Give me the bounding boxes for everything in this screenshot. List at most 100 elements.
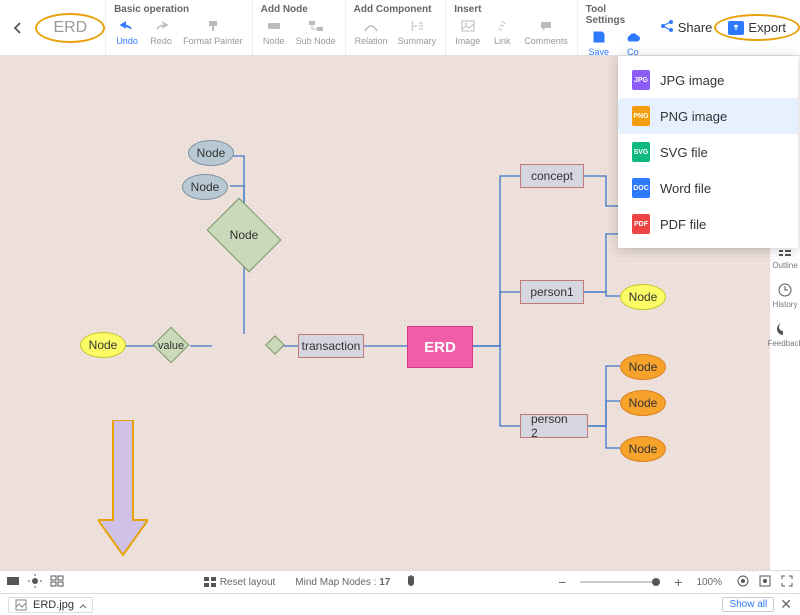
group-title: Add Component [352, 4, 440, 15]
download-file-chip[interactable]: ERD.jpg [8, 597, 93, 613]
relation-button[interactable]: Relation [352, 18, 391, 46]
node-transaction[interactable]: transaction [298, 334, 364, 358]
summary-icon [409, 18, 425, 34]
side-feedback-button[interactable]: Feedback [767, 321, 800, 348]
feedback-icon [777, 321, 793, 337]
word-icon: DOC [632, 178, 650, 198]
cloud-button[interactable]: Co [618, 29, 648, 57]
top-toolbar: ERD Basic operation Undo Redo Format Pai… [0, 0, 800, 56]
fit-button[interactable] [758, 574, 772, 591]
center-button[interactable] [736, 574, 750, 591]
zoom-level: 100% [696, 577, 722, 588]
chevron-up-icon [78, 601, 88, 611]
annotation-arrow [98, 420, 148, 560]
fullscreen-button[interactable] [780, 574, 794, 591]
status-bar: Reset layout Mind Map Nodes : 17 − + 100… [0, 570, 800, 593]
node-ellipse-blue-1[interactable]: Node [188, 140, 234, 166]
format-painter-button[interactable]: Format Painter [180, 18, 246, 46]
reset-icon [204, 577, 216, 587]
add-node-button[interactable]: Node [259, 18, 289, 46]
share-label: Share [678, 20, 713, 35]
node-ellipse-yellow-r2[interactable]: Node [620, 284, 666, 310]
view-grid-button[interactable] [50, 575, 64, 590]
annotation-circle-export [714, 14, 800, 41]
svg-icon: SVG [632, 142, 650, 162]
image-icon [460, 18, 476, 34]
close-shelf-button[interactable]: ✕ [780, 596, 792, 613]
node-diamond-label: Node [204, 222, 284, 248]
node-concept[interactable]: concept [520, 164, 584, 188]
node-ellipse-orange-1[interactable]: Node [620, 354, 666, 380]
group-add-node: Add Node Node Sub Node [252, 0, 345, 55]
cloud-icon [625, 29, 641, 45]
save-icon [591, 29, 607, 45]
undo-icon [119, 18, 135, 34]
group-title: Basic operation [112, 4, 246, 15]
pdf-icon: PDF [632, 214, 650, 234]
node-center[interactable]: ERD [407, 326, 473, 368]
target-icon [736, 574, 750, 588]
file-icon [15, 599, 27, 611]
show-all-button[interactable]: Show all [722, 597, 774, 612]
export-item-jpg[interactable]: JPGJPG image [618, 62, 798, 98]
node-person1[interactable]: person1 [520, 280, 584, 304]
insert-image-button[interactable]: Image [452, 18, 483, 46]
download-shelf: ERD.jpg Show all ✕ [0, 593, 800, 615]
png-icon: PNG [632, 106, 650, 126]
back-button[interactable] [0, 0, 36, 55]
group-title: Add Node [259, 4, 339, 15]
side-history-button[interactable]: History [773, 282, 798, 309]
export-item-pdf[interactable]: PDFPDF file [618, 206, 798, 242]
document-title-wrap: ERD [36, 0, 105, 55]
zoom-in-button[interactable]: + [674, 574, 682, 590]
comments-icon [538, 18, 554, 34]
export-item-word[interactable]: DOCWord file [618, 170, 798, 206]
link-icon [494, 18, 510, 34]
summary-button[interactable]: Summary [395, 18, 440, 46]
annotation-circle-title [35, 13, 105, 43]
history-icon [777, 282, 793, 298]
toolbar-right: Share Export [654, 0, 800, 55]
view-dark-button[interactable] [6, 575, 20, 590]
pan-button[interactable] [404, 574, 418, 591]
subnode-icon [308, 18, 324, 34]
chevron-left-icon [11, 21, 25, 35]
undo-button[interactable]: Undo [112, 18, 142, 46]
share-icon [660, 19, 674, 36]
group-title: Tool Settings [584, 4, 648, 26]
download-file-name: ERD.jpg [33, 599, 74, 611]
redo-button[interactable]: Redo [146, 18, 176, 46]
zoom-slider[interactable] [580, 581, 660, 583]
node-count-label: Mind Map Nodes : 17 [295, 577, 390, 588]
group-insert: Insert Image Link Comments [445, 0, 577, 55]
group-title: Insert [452, 4, 571, 15]
node-person2[interactable]: person 2 [520, 414, 588, 438]
node-icon [266, 18, 282, 34]
share-button[interactable]: Share [654, 19, 719, 36]
view-light-button[interactable] [28, 574, 42, 591]
export-button[interactable]: Export [722, 20, 792, 35]
relation-icon [363, 18, 379, 34]
format-painter-icon [205, 18, 221, 34]
insert-link-button[interactable]: Link [487, 18, 517, 46]
fit-icon [758, 574, 772, 588]
export-item-png[interactable]: PNGPNG image [618, 98, 798, 134]
reset-layout-button[interactable]: Reset layout [204, 577, 276, 588]
node-ellipse-orange-3[interactable]: Node [620, 436, 666, 462]
node-ellipse-yellow-left[interactable]: Node [80, 332, 126, 358]
node-ellipse-orange-2[interactable]: Node [620, 390, 666, 416]
add-subnode-button[interactable]: Sub Node [293, 18, 339, 46]
jpg-icon: JPG [632, 70, 650, 90]
group-basic-operation: Basic operation Undo Redo Format Painter [105, 0, 252, 55]
save-button[interactable]: Save [584, 29, 614, 57]
redo-icon [153, 18, 169, 34]
export-dropdown: JPGJPG image PNGPNG image SVGSVG file DO… [618, 56, 798, 248]
node-ellipse-blue-2[interactable]: Node [182, 174, 228, 200]
group-add-component: Add Component Relation Summary [345, 0, 446, 55]
hand-icon [404, 574, 418, 588]
export-item-svg[interactable]: SVGSVG file [618, 134, 798, 170]
zoom-out-button[interactable]: − [558, 574, 566, 590]
insert-comments-button[interactable]: Comments [521, 18, 571, 46]
node-diamond-value-label: value [146, 336, 196, 356]
fullscreen-icon [780, 574, 794, 588]
